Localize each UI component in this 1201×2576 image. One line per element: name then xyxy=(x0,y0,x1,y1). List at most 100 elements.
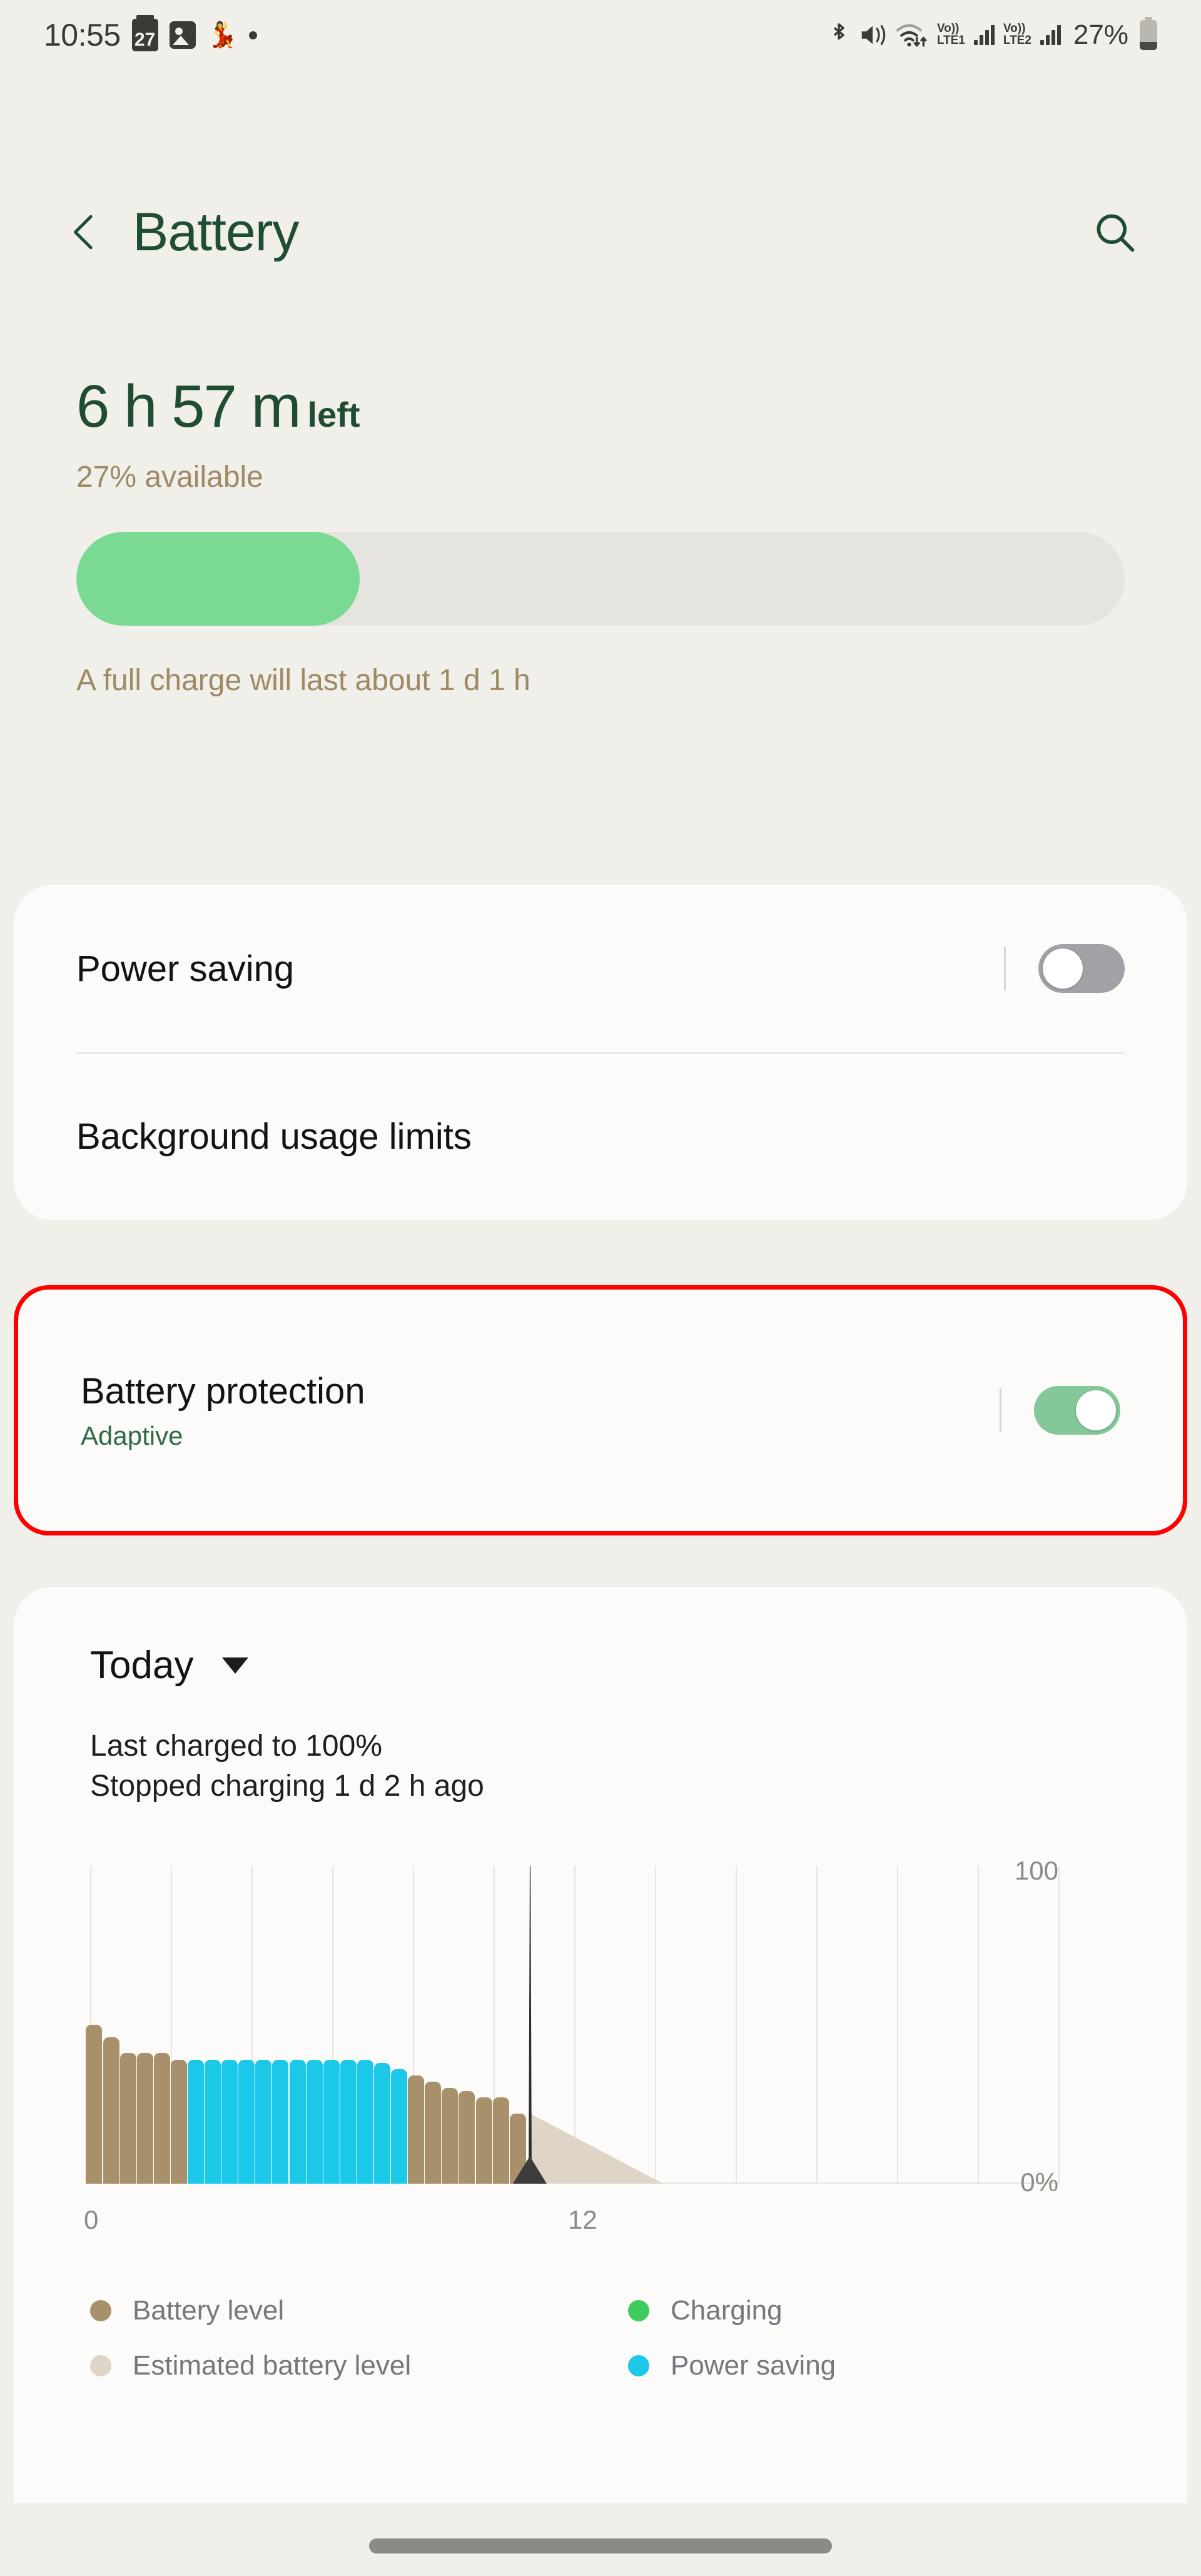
time-remaining-value: 6 h 57 m xyxy=(76,373,300,440)
battery-progress-fill xyxy=(76,532,360,626)
power-saving-row[interactable]: Power saving xyxy=(14,885,1187,1052)
chart-bar xyxy=(425,2082,441,2184)
search-icon[interactable] xyxy=(1091,208,1138,256)
legend-color-dot xyxy=(90,2300,111,2321)
stopped-charging-text: Stopped charging 1 d 2 h ago xyxy=(90,1766,1187,1806)
legend-item: Estimated battery level xyxy=(90,2350,628,2381)
dot-icon xyxy=(249,31,257,39)
chart-bar xyxy=(154,2053,170,2183)
toggle-knob xyxy=(1076,1390,1116,1430)
divider-vertical xyxy=(1000,1388,1001,1432)
home-gesture-bar[interactable] xyxy=(369,2538,832,2553)
status-bar: 10:55 27 💃 Vo))LTE1 xyxy=(0,0,1201,70)
chart-bar xyxy=(137,2053,153,2183)
chart-bar xyxy=(205,2060,221,2184)
page-header: Battery xyxy=(0,173,1201,292)
chart-bar xyxy=(323,2060,340,2184)
period-label: Today xyxy=(90,1643,193,1688)
sim1-volte-indicator: Vo))LTE1 xyxy=(937,23,965,46)
power-saving-toggle-area xyxy=(1004,944,1125,993)
chart-bar xyxy=(238,2060,255,2184)
chart-bar xyxy=(221,2060,238,2184)
legend-label: Charging xyxy=(671,2295,783,2326)
legend-color-dot xyxy=(628,2300,649,2321)
background-usage-limits-row[interactable]: Background usage limits xyxy=(14,1052,1187,1220)
chart-gridline xyxy=(897,1866,898,2184)
chart-bar xyxy=(476,2097,492,2183)
battery-usage-card: Today Last charged to 100% Stopped charg… xyxy=(14,1587,1187,2503)
sim2-signal-bars xyxy=(1040,25,1061,45)
back-chevron-icon[interactable] xyxy=(63,210,106,254)
power-saving-text: Power saving xyxy=(76,948,294,990)
chart-bar xyxy=(442,2088,458,2183)
legend-label: Estimated battery level xyxy=(133,2350,411,2381)
battery-history-chart: 100 0% xyxy=(90,1866,1058,2184)
calendar-day-number: 27 xyxy=(134,31,155,49)
sim1-volte-text: Vo))LTE1 xyxy=(937,23,965,46)
person-icon: 💃 xyxy=(207,23,238,48)
chart-bar xyxy=(307,2060,323,2184)
chart-bar xyxy=(272,2060,288,2184)
chart-gridline xyxy=(1058,1866,1060,2184)
sim1-signal-bars xyxy=(974,25,995,45)
chart-bar xyxy=(86,2025,102,2184)
chart-x-axis: 012 xyxy=(90,2205,1111,2241)
battery-progress-track xyxy=(76,532,1125,626)
estimated-battery-area xyxy=(530,2114,663,2184)
period-selector[interactable]: Today xyxy=(14,1587,1187,1688)
time-remaining-unit: left xyxy=(308,395,360,434)
now-marker-line xyxy=(529,1866,532,2184)
navigation-bar xyxy=(0,2515,1201,2576)
chevron-down-icon[interactable] xyxy=(222,1657,248,1674)
status-bar-right: Vo))LTE1 Vo))LTE2 27% xyxy=(828,19,1157,51)
legend-item: Battery level xyxy=(90,2295,628,2326)
status-battery-percent: 27% xyxy=(1073,19,1128,51)
chart-bar xyxy=(255,2060,271,2184)
battery-protection-card[interactable]: Battery protection Adaptive xyxy=(14,1285,1187,1535)
x-axis-tick-label: 0 xyxy=(84,2205,98,2235)
wifi-data-icon xyxy=(896,21,928,49)
chart-bar xyxy=(340,2060,357,2184)
full-charge-note: A full charge will last about 1 d 1 h xyxy=(76,663,1125,698)
chart-gridline xyxy=(655,1866,656,2184)
y-axis-label-bottom: 0% xyxy=(1020,2167,1058,2197)
legend-color-dot xyxy=(628,2355,649,2376)
legend-item: Charging xyxy=(628,2295,1187,2326)
chart-bar xyxy=(408,2075,424,2184)
battery-protection-label: Battery protection xyxy=(81,1370,365,1412)
battery-protection-text: Battery protection Adaptive xyxy=(81,1370,365,1451)
now-marker-triangle xyxy=(513,2156,547,2184)
y-axis-label-top: 100 xyxy=(1015,1856,1058,1886)
chart-bar xyxy=(493,2097,509,2183)
chart-bar xyxy=(120,2053,136,2183)
legend-item: Power saving xyxy=(628,2350,1187,2381)
status-clock: 10:55 xyxy=(44,17,121,53)
last-charged-text: Last charged to 100% xyxy=(90,1726,1187,1766)
battery-protection-toggle-area xyxy=(1000,1386,1120,1435)
sim2-volte-indicator: Vo))LTE2 xyxy=(1003,23,1031,46)
divider-vertical xyxy=(1004,947,1006,990)
power-saving-toggle[interactable] xyxy=(1038,944,1125,993)
chart-bar xyxy=(391,2069,407,2184)
toggle-knob xyxy=(1043,949,1083,989)
chart-bar xyxy=(459,2091,475,2183)
battery-protection-row[interactable]: Battery protection Adaptive xyxy=(18,1290,1183,1531)
battery-summary: 6 h 57 mleft 27% available A full charge… xyxy=(0,375,1201,698)
status-bar-left: 10:55 27 💃 xyxy=(44,17,257,53)
battery-protection-toggle[interactable] xyxy=(1034,1386,1120,1435)
legend-color-dot xyxy=(90,2355,111,2376)
chart-gridline xyxy=(816,1866,818,2184)
chart-legend: Battery level Charging Estimated battery l… xyxy=(14,2241,1187,2381)
chart-bar xyxy=(290,2060,306,2184)
battery-protection-sublabel: Adaptive xyxy=(81,1421,365,1451)
sim2-volte-text: Vo))LTE2 xyxy=(1003,23,1031,46)
battery-available-text: 27% available xyxy=(76,460,1125,494)
power-saving-label: Power saving xyxy=(76,948,294,990)
chart-bar xyxy=(188,2060,204,2184)
battery-low-icon xyxy=(1140,20,1157,50)
gallery-icon xyxy=(170,21,196,49)
x-axis-tick-label: 12 xyxy=(568,2205,597,2235)
chart-gridline xyxy=(978,1866,979,2184)
legend-label: Power saving xyxy=(671,2350,836,2381)
background-usage-limits-label: Background usage limits xyxy=(76,1116,472,1158)
